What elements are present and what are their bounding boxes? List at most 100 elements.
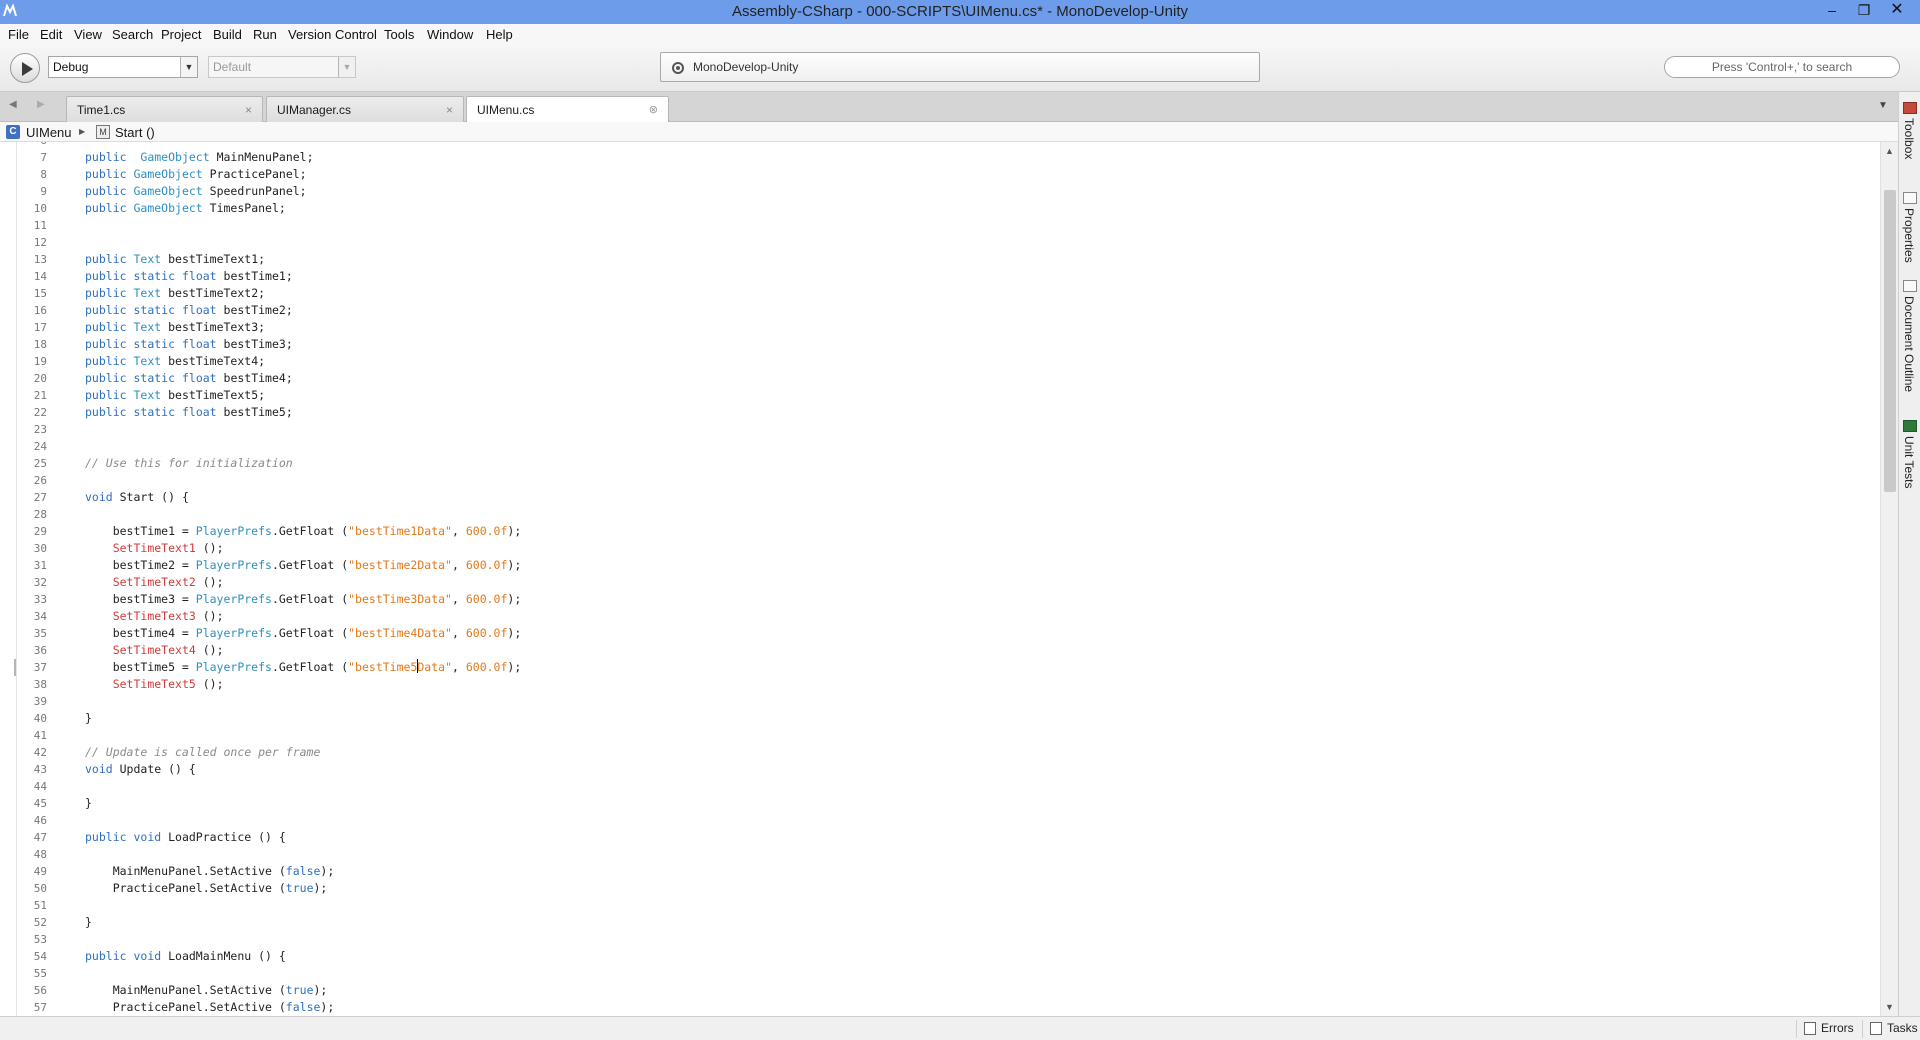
- close-tab-icon[interactable]: ×: [245, 103, 252, 117]
- tab-uimanager[interactable]: UIManager.cs ×: [266, 96, 464, 122]
- code-line[interactable]: 52}: [0, 914, 1880, 931]
- code-line[interactable]: 25 // Use this for initialization: [0, 455, 1880, 472]
- code-line[interactable]: 49 MainMenuPanel.SetActive (false);: [0, 863, 1880, 880]
- code-text[interactable]: public void LoadMainMenu () {: [85, 948, 286, 965]
- code-line[interactable]: 46: [0, 812, 1880, 829]
- scroll-down-icon[interactable]: ▼: [1885, 1002, 1894, 1012]
- code-line[interactable]: 7 public GameObject MainMenuPanel;: [0, 149, 1880, 166]
- menu-edit[interactable]: Edit: [40, 27, 62, 42]
- code-text[interactable]: public GameObject SpeedrunPanel;: [85, 183, 307, 200]
- code-line[interactable]: 47 public void LoadPractice () {: [0, 829, 1880, 846]
- code-line[interactable]: 17 public Text bestTimeText3;: [0, 319, 1880, 336]
- code-text[interactable]: public static float bestTime4;: [85, 370, 293, 387]
- code-text[interactable]: bestTime2 = PlayerPrefs.GetFloat ("bestT…: [85, 557, 522, 574]
- code-line[interactable]: 53: [0, 931, 1880, 948]
- code-line[interactable]: 13 public Text bestTimeText1;: [0, 251, 1880, 268]
- navigate-back-icon[interactable]: ◀: [9, 99, 21, 113]
- code-line[interactable]: 16 public static float bestTime2;: [0, 302, 1880, 319]
- code-text[interactable]: public GameObject MainMenuPanel;: [85, 149, 314, 166]
- code-line[interactable]: 36 SetTimeText4 ();: [0, 642, 1880, 659]
- menu-file[interactable]: File: [8, 27, 29, 42]
- code-line[interactable]: 18 public static float bestTime3;: [0, 336, 1880, 353]
- code-text[interactable]: public Text bestTimeText3;: [85, 319, 265, 336]
- menu-tools[interactable]: Tools: [384, 27, 414, 42]
- code-line[interactable]: 50 PracticePanel.SetActive (true);: [0, 880, 1880, 897]
- code-line[interactable]: 30 SetTimeText1 ();: [0, 540, 1880, 557]
- menu-build[interactable]: Build: [213, 27, 242, 42]
- menu-window[interactable]: Window: [427, 27, 473, 42]
- code-editor[interactable]: 6 7 public GameObject MainMenuPanel; 8 publi…: [0, 142, 1880, 1016]
- breadcrumb-class[interactable]: UIMenu: [26, 125, 72, 140]
- code-line[interactable]: 56 MainMenuPanel.SetActive (true);: [0, 982, 1880, 999]
- code-line[interactable]: 45}: [0, 795, 1880, 812]
- run-button[interactable]: [10, 53, 40, 83]
- code-text[interactable]: SetTimeText3 ();: [85, 608, 224, 625]
- code-line[interactable]: 23: [0, 421, 1880, 438]
- code-line[interactable]: 37 bestTime5 = PlayerPrefs.GetFloat ("be…: [0, 659, 1880, 676]
- close-tab-icon[interactable]: ×: [446, 103, 453, 117]
- pad-properties[interactable]: Properties: [1899, 192, 1920, 292]
- pad-unit-tests[interactable]: Unit Tests: [1899, 420, 1920, 520]
- code-line[interactable]: 55: [0, 965, 1880, 982]
- code-text[interactable]: public static float bestTime5;: [85, 404, 293, 421]
- code-line[interactable]: 10 public GameObject TimesPanel;: [0, 200, 1880, 217]
- tasks-pad-button[interactable]: Tasks: [1862, 1020, 1918, 1038]
- code-line[interactable]: 43 void Update () {: [0, 761, 1880, 778]
- code-line[interactable]: 38 SetTimeText5 ();: [0, 676, 1880, 693]
- code-text[interactable]: }: [85, 710, 92, 727]
- menu-version-control[interactable]: Version Control: [288, 27, 377, 42]
- tab-list-dropdown-icon[interactable]: ▼: [1878, 100, 1888, 111]
- code-text[interactable]: }: [85, 914, 92, 931]
- navigate-forward-icon[interactable]: ▶: [37, 99, 49, 113]
- code-text[interactable]: PracticePanel.SetActive (true);: [85, 880, 328, 897]
- code-text[interactable]: // Use this for initialization: [85, 455, 293, 472]
- code-line[interactable]: 57 PracticePanel.SetActive (false);: [0, 999, 1880, 1016]
- pad-toolbox[interactable]: Toolbox: [1899, 102, 1920, 182]
- code-line[interactable]: 21 public Text bestTimeText5;: [0, 387, 1880, 404]
- errors-pad-button[interactable]: Errors: [1796, 1020, 1854, 1038]
- code-text[interactable]: bestTime5 = PlayerPrefs.GetFloat ("bestT…: [85, 659, 521, 676]
- code-line[interactable]: 31 bestTime2 = PlayerPrefs.GetFloat ("be…: [0, 557, 1880, 574]
- scroll-up-icon[interactable]: ▲: [1885, 146, 1894, 156]
- scrollbar-thumb[interactable]: [1884, 190, 1896, 492]
- code-line[interactable]: 35 bestTime4 = PlayerPrefs.GetFloat ("be…: [0, 625, 1880, 642]
- code-text[interactable]: public GameObject TimesPanel;: [85, 200, 286, 217]
- code-line[interactable]: 15 public Text bestTimeText2;: [0, 285, 1880, 302]
- menu-view[interactable]: View: [74, 27, 102, 42]
- code-text[interactable]: public void LoadPractice () {: [85, 829, 286, 846]
- code-line[interactable]: 32 SetTimeText2 ();: [0, 574, 1880, 591]
- code-text[interactable]: bestTime3 = PlayerPrefs.GetFloat ("bestT…: [85, 591, 522, 608]
- code-text[interactable]: SetTimeText5 ();: [85, 676, 224, 693]
- code-text[interactable]: MainMenuPanel.SetActive (false);: [85, 863, 335, 880]
- code-line[interactable]: 34 SetTimeText3 ();: [0, 608, 1880, 625]
- code-line[interactable]: 9 public GameObject SpeedrunPanel;: [0, 183, 1880, 200]
- global-search-input[interactable]: Press 'Control+,' to search: [1664, 56, 1900, 78]
- code-line[interactable]: 51: [0, 897, 1880, 914]
- code-text[interactable]: public Text bestTimeText2;: [85, 285, 265, 302]
- chevron-down-icon[interactable]: ▼: [338, 57, 355, 77]
- code-line[interactable]: 54 public void LoadMainMenu () {: [0, 948, 1880, 965]
- code-text[interactable]: public GameObject PracticePanel;: [85, 166, 307, 183]
- chevron-down-icon[interactable]: ▼: [180, 57, 197, 77]
- code-line[interactable]: 39: [0, 693, 1880, 710]
- code-line[interactable]: 40}: [0, 710, 1880, 727]
- configuration-select[interactable]: Debug ▼: [48, 56, 198, 78]
- code-line[interactable]: 22 public static float bestTime5;: [0, 404, 1880, 421]
- code-text[interactable]: SetTimeText4 ();: [85, 642, 224, 659]
- code-text[interactable]: // Update is called once per frame: [85, 744, 320, 761]
- code-text[interactable]: public Text bestTimeText4;: [85, 353, 265, 370]
- code-line[interactable]: 11: [0, 217, 1880, 234]
- breadcrumb-method[interactable]: Start (): [115, 125, 155, 140]
- code-line[interactable]: 29 bestTime1 = PlayerPrefs.GetFloat ("be…: [0, 523, 1880, 540]
- code-text[interactable]: public Text bestTimeText1;: [85, 251, 265, 268]
- code-text[interactable]: bestTime1 = PlayerPrefs.GetFloat ("bestT…: [85, 523, 522, 540]
- code-text[interactable]: }: [85, 795, 92, 812]
- tab-uimenu[interactable]: UIMenu.cs ⊗: [466, 96, 669, 123]
- code-line[interactable]: 41: [0, 727, 1880, 744]
- code-text[interactable]: void Update () {: [85, 761, 196, 778]
- target-select[interactable]: Default ▼: [208, 56, 356, 78]
- menu-search[interactable]: Search: [112, 27, 153, 42]
- code-line[interactable]: 27 void Start () {: [0, 489, 1880, 506]
- tab-time1[interactable]: Time1.cs ×: [66, 96, 263, 122]
- code-text[interactable]: void Start () {: [85, 489, 189, 506]
